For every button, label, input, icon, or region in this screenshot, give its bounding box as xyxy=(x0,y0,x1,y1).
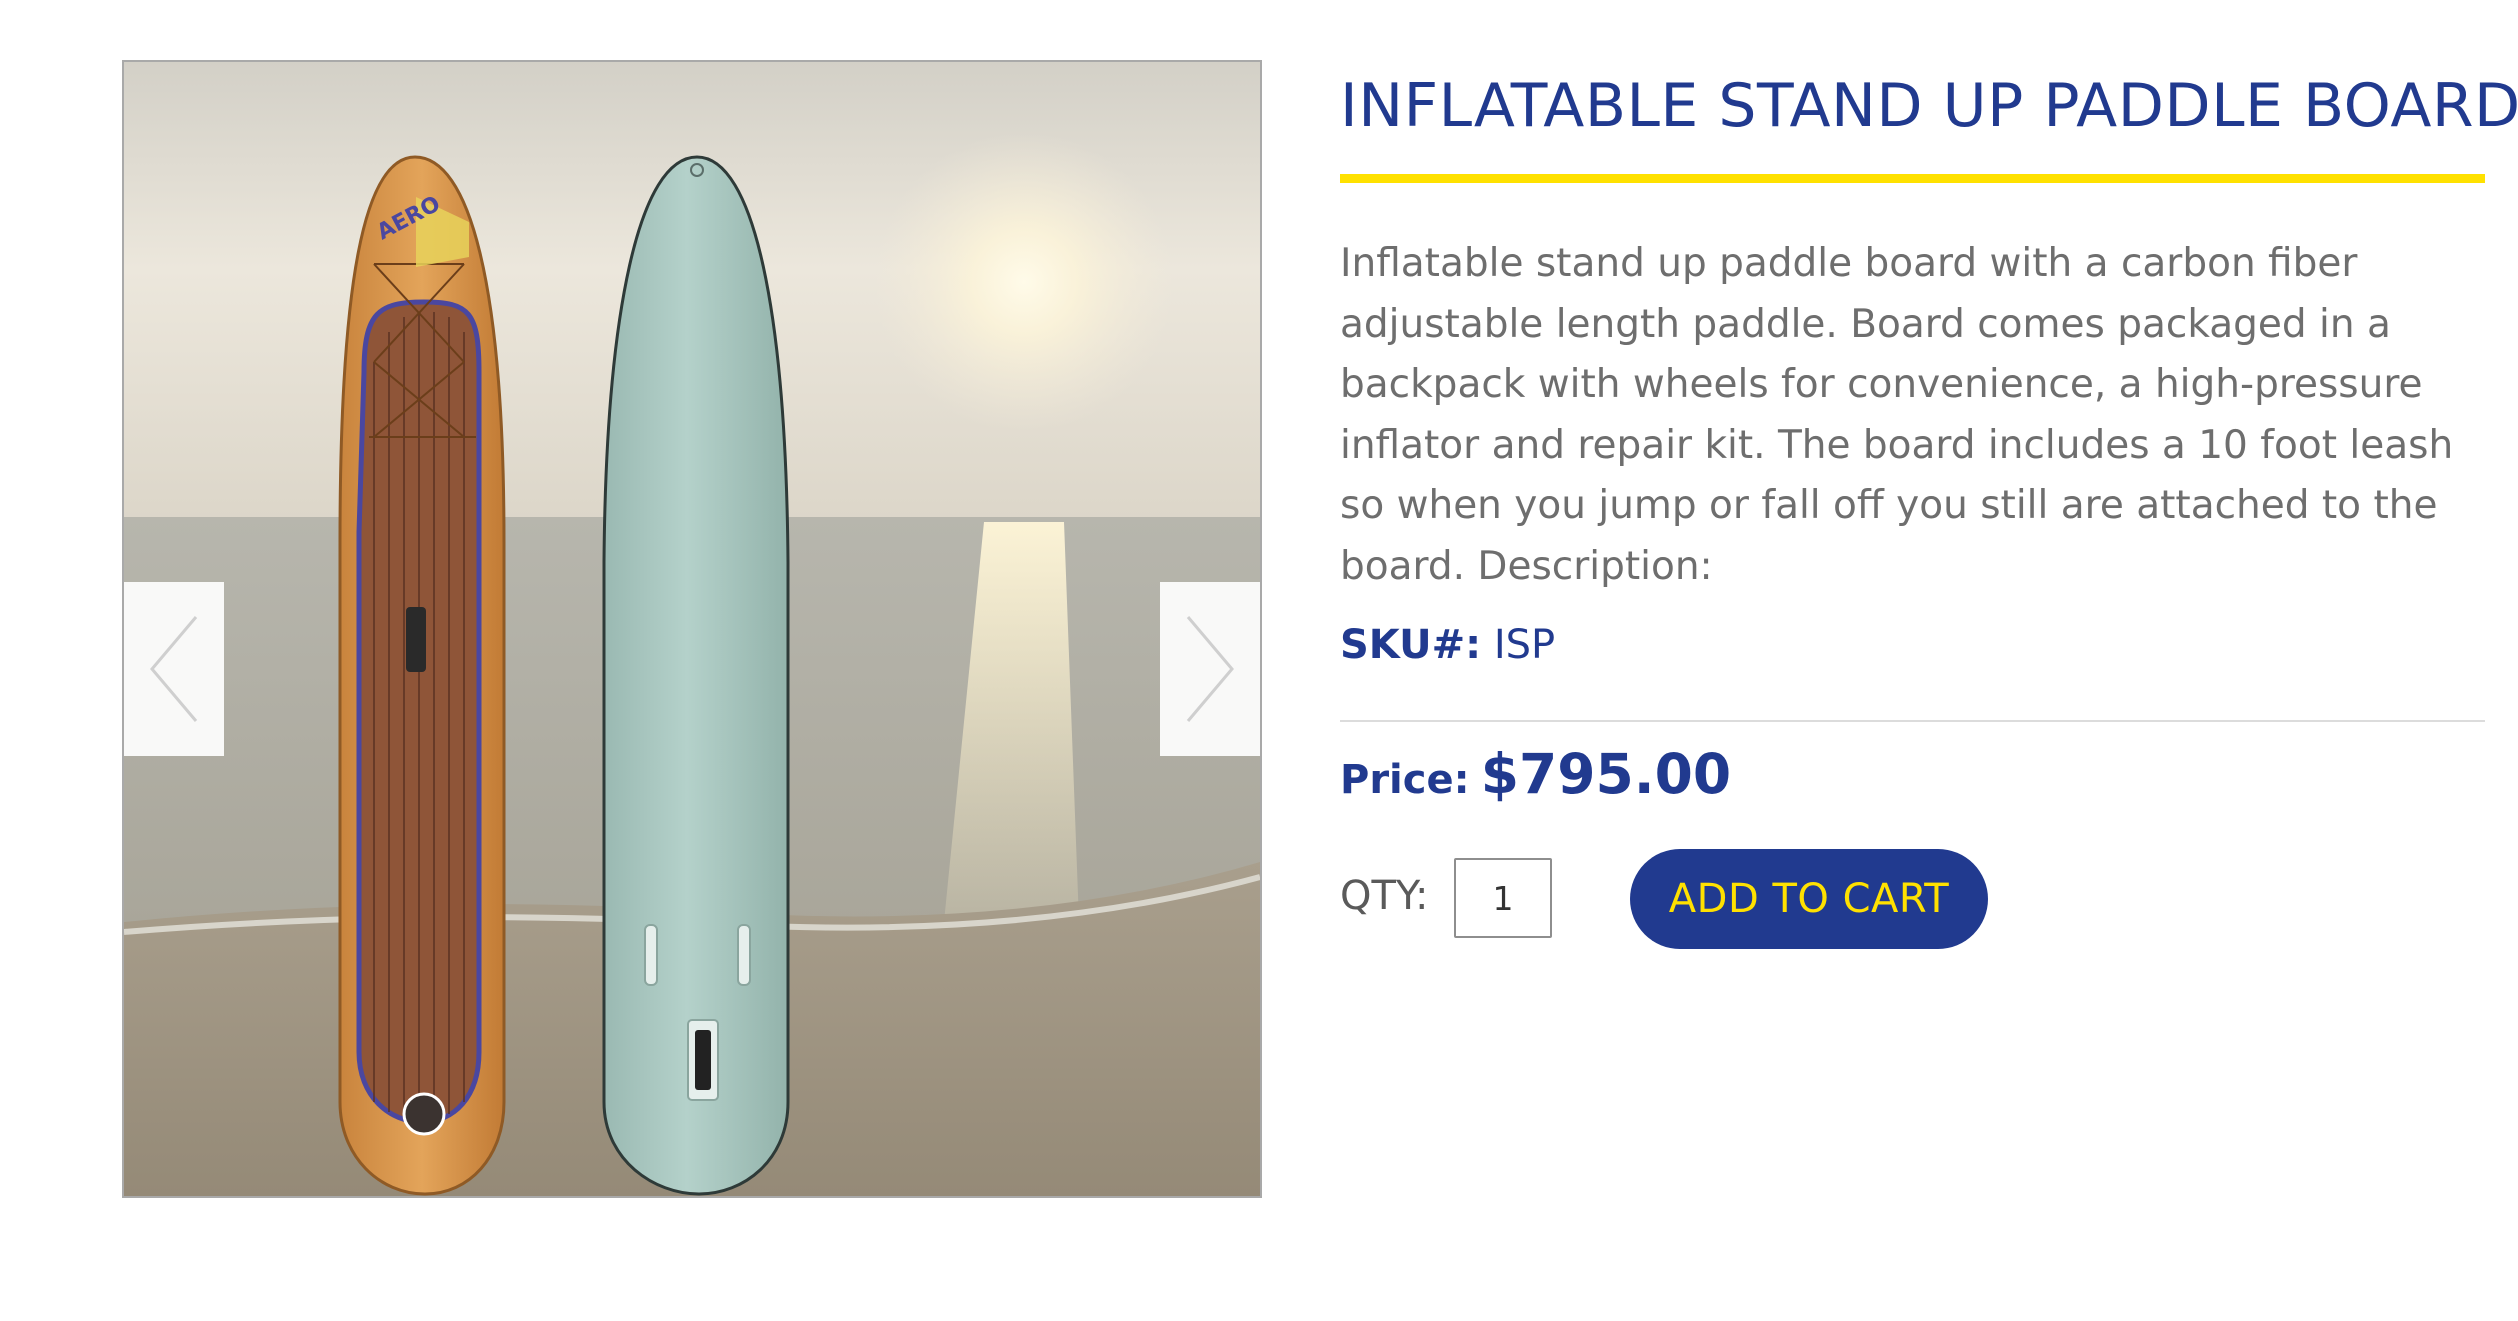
qty-label: QTY: xyxy=(1340,873,1429,919)
product-image-gallery: AERO xyxy=(122,60,1262,1198)
price-label: Price: xyxy=(1340,757,1470,803)
title-underline xyxy=(1340,174,2485,183)
wood-deck-board-image: AERO xyxy=(338,155,506,1196)
divider xyxy=(1340,720,2485,722)
chevron-right-icon xyxy=(1186,616,1234,722)
quantity-input[interactable] xyxy=(1454,858,1552,938)
product-image: AERO xyxy=(124,62,1260,1196)
price-value: $795.00 xyxy=(1480,742,1732,806)
price-row: Price: $795.00 xyxy=(1340,742,1731,806)
sku-label: SKU#: xyxy=(1340,622,1482,668)
previous-image-button[interactable] xyxy=(124,582,224,756)
chevron-left-icon xyxy=(150,616,198,722)
sku-row: SKU#: ISP xyxy=(1340,622,1555,668)
product-description: Inflatable stand up paddle board with a … xyxy=(1340,241,2454,589)
add-to-cart-button[interactable]: ADD TO CART xyxy=(1630,849,1988,949)
next-image-button[interactable] xyxy=(1160,582,1260,756)
sku-value: ISP xyxy=(1493,622,1556,668)
product-title: INFLATABLE STAND UP PADDLE BOARD xyxy=(1340,71,2518,141)
mint-board-image xyxy=(602,155,790,1196)
